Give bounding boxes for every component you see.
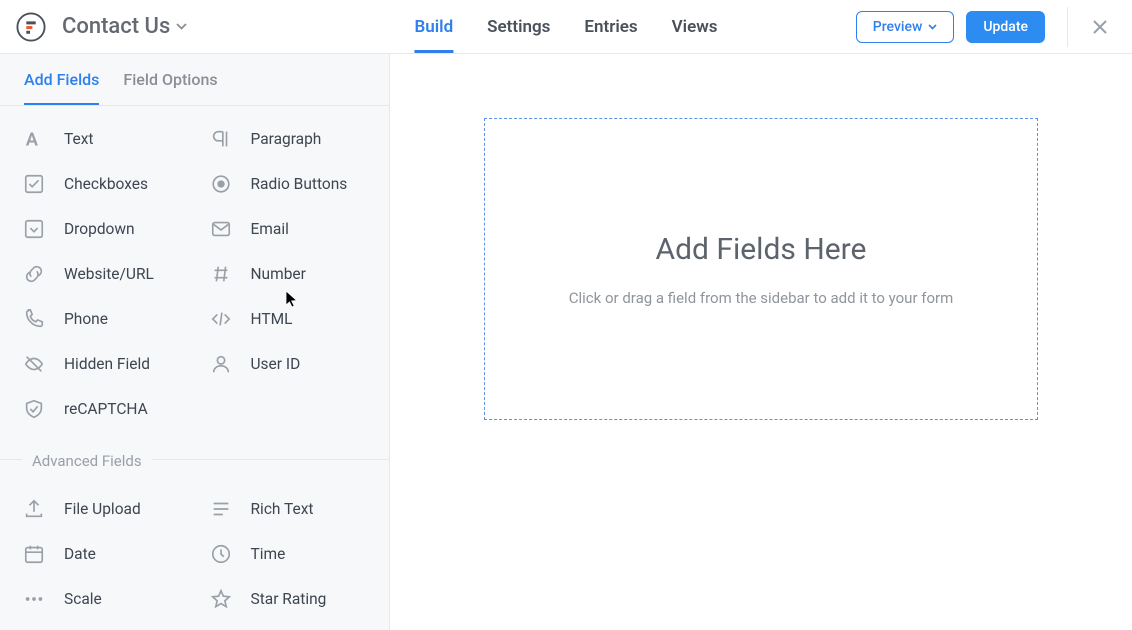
field-text[interactable]: Text [8, 118, 195, 159]
advanced-label: Advanced Fields [22, 452, 152, 470]
date-icon [22, 542, 46, 566]
field-label: Text [64, 130, 93, 148]
tab-entries-label: Entries [584, 17, 637, 37]
field-label: File Upload [64, 500, 141, 518]
scale-icon [22, 587, 46, 611]
field-upload[interactable]: File Upload [8, 488, 195, 529]
field-hidden[interactable]: Hidden Field [8, 343, 195, 384]
caret-down-icon [176, 23, 187, 30]
checkbox-icon [22, 172, 46, 196]
advanced-fields-grid: File Upload Rich Text Date Time Scale Star Ra… [0, 470, 389, 619]
field-label: Date [64, 545, 96, 563]
preview-label: Preview [873, 19, 923, 35]
body: Add Fields Field Options Text Paragraph Ch… [0, 54, 1132, 630]
field-label: Time [251, 545, 286, 563]
field-label: Paragraph [251, 130, 322, 148]
caret-down-icon [928, 24, 937, 30]
field-user[interactable]: User ID [195, 343, 382, 384]
dropdown-icon [22, 217, 46, 241]
radio-icon [209, 172, 233, 196]
tab-settings[interactable]: Settings [487, 0, 550, 53]
app-logo-icon [14, 10, 48, 44]
update-button[interactable]: Update [966, 11, 1045, 43]
field-dropdown[interactable]: Dropdown [8, 208, 195, 249]
field-phone[interactable]: Phone [8, 298, 195, 339]
divider [1067, 7, 1068, 47]
field-label: reCAPTCHA [64, 400, 148, 418]
basic-fields-grid: Text Paragraph Checkboxes Radio Buttons Drop… [0, 106, 389, 429]
field-time[interactable]: Time [195, 533, 382, 574]
field-label: Rich Text [251, 500, 314, 518]
brand: Contact Us [14, 10, 187, 44]
captcha-icon [22, 397, 46, 421]
field-captcha[interactable]: reCAPTCHA [8, 388, 195, 429]
upload-icon [22, 497, 46, 521]
form-title-text: Contact Us [62, 14, 170, 39]
drop-subtitle: Click or drag a field from the sidebar t… [569, 289, 954, 307]
field-number[interactable]: Number [195, 253, 382, 294]
sidebar-tabs: Add Fields Field Options [0, 54, 389, 106]
form-title-selector[interactable]: Contact Us [62, 14, 187, 39]
phone-icon [22, 307, 46, 331]
field-label: Checkboxes [64, 175, 148, 193]
richtext-icon [209, 497, 233, 521]
top-actions: Preview Update [856, 7, 1114, 47]
sidebar-tab-label: Add Fields [24, 70, 99, 89]
field-star[interactable]: Star Rating [195, 578, 382, 619]
sidebar: Add Fields Field Options Text Paragraph Ch… [0, 54, 390, 630]
field-label: Scale [64, 590, 102, 608]
sidebar-tab-field-options[interactable]: Field Options [123, 70, 217, 105]
field-url[interactable]: Website/URL [8, 253, 195, 294]
url-icon [22, 262, 46, 286]
field-html[interactable]: HTML [195, 298, 382, 339]
sidebar-tab-add-fields[interactable]: Add Fields [24, 70, 99, 105]
top-bar: Contact Us Build Settings Entries Views … [0, 0, 1132, 54]
field-label: Email [251, 220, 289, 238]
close-button[interactable] [1086, 13, 1114, 41]
tab-build-label: Build [414, 17, 453, 37]
number-icon [209, 262, 233, 286]
preview-button[interactable]: Preview [856, 11, 955, 43]
field-label: Dropdown [64, 220, 135, 238]
field-radio[interactable]: Radio Buttons [195, 163, 382, 204]
advanced-section-header: Advanced Fields [0, 451, 389, 470]
star-icon [209, 587, 233, 611]
sidebar-tab-label: Field Options [123, 70, 217, 89]
field-scale[interactable]: Scale [8, 578, 195, 619]
update-label: Update [983, 19, 1028, 35]
html-icon [209, 307, 233, 331]
tab-entries[interactable]: Entries [584, 0, 637, 53]
tab-views[interactable]: Views [672, 0, 718, 53]
paragraph-icon [209, 127, 233, 151]
field-email[interactable]: Email [195, 208, 382, 249]
tab-views-label: Views [672, 17, 718, 37]
field-richtext[interactable]: Rich Text [195, 488, 382, 529]
tab-build[interactable]: Build [414, 0, 453, 53]
field-date[interactable]: Date [8, 533, 195, 574]
field-paragraph[interactable]: Paragraph [195, 118, 382, 159]
field-label: Star Rating [251, 590, 327, 608]
form-canvas: Add Fields Here Click or drag a field fr… [390, 54, 1132, 630]
text-icon [22, 127, 46, 151]
field-label: User ID [251, 355, 301, 373]
field-label: Number [251, 265, 306, 283]
field-checkbox[interactable]: Checkboxes [8, 163, 195, 204]
field-label: Hidden Field [64, 355, 150, 373]
hidden-icon [22, 352, 46, 376]
field-label: HTML [251, 310, 293, 328]
field-label: Website/URL [64, 265, 154, 283]
main-tabs: Build Settings Entries Views [414, 0, 717, 53]
user-icon [209, 352, 233, 376]
time-icon [209, 542, 233, 566]
tab-settings-label: Settings [487, 17, 550, 37]
empty-dropzone[interactable]: Add Fields Here Click or drag a field fr… [484, 118, 1038, 420]
drop-title: Add Fields Here [656, 232, 867, 267]
field-label: Phone [64, 310, 108, 328]
email-icon [209, 217, 233, 241]
field-label: Radio Buttons [251, 175, 348, 193]
